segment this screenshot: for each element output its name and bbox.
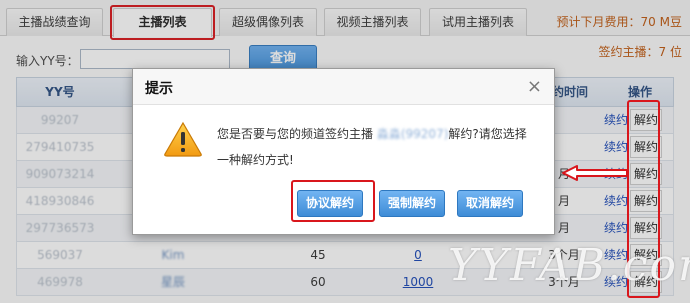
renew-link[interactable]: 续约 [604, 221, 628, 235]
col-ops: 操作 [627, 85, 652, 99]
forced-terminate-button[interactable]: 强制解约 [379, 190, 446, 217]
tab-super-idol-list[interactable]: 超级偶像列表 [219, 8, 317, 36]
cell-ops: 续约解约 [592, 242, 674, 268]
cell-name: 星辰 [160, 275, 185, 289]
cell-yy: 297736573 [25, 221, 95, 235]
table-row: 469978 星辰 60 1000 3个月 续约 解约 [16, 269, 674, 296]
signed-anchor-count: 签约主播：7 位 [598, 45, 682, 59]
terminate-button[interactable]: 解约 [630, 163, 663, 185]
renew-link[interactable]: 续约 [604, 248, 628, 262]
warning-icon [164, 121, 202, 157]
dialog-header: 提示 × [133, 69, 554, 105]
masked-anchor-name: 淼淼(99207) [376, 127, 449, 141]
cell-yy: 418930846 [25, 194, 95, 208]
cell-yy: 909073214 [25, 167, 95, 181]
message-line-2: 一种解约方式! [217, 153, 294, 167]
cell-value: 45 [310, 248, 326, 262]
renew-link[interactable]: 续约 [604, 275, 628, 289]
tab-trial-anchor-list[interactable]: 试用主播列表 [429, 8, 527, 36]
table-row: 569037 Kim 45 0 3个月 续约 解约 [16, 242, 674, 269]
message-suffix: 解约?请您选择 [448, 127, 527, 141]
yy-input-label: 输入YY号： [16, 54, 79, 68]
renew-link[interactable]: 续约 [604, 140, 628, 154]
dialog-message: 您是否要与您的频道签约主播 淼淼(99207)解约?请您选择 一种解约方式! [217, 121, 537, 173]
close-icon[interactable]: × [527, 76, 542, 97]
cell-ops: 续约解约 [592, 188, 674, 214]
renew-link[interactable]: 续约 [604, 194, 628, 208]
tab-video-anchor-list[interactable]: 视频主播列表 [324, 8, 421, 36]
renew-link[interactable]: 续约 [604, 113, 628, 127]
cell-yy: 99207 [40, 113, 80, 127]
cell-ops: 续约解约 [592, 134, 674, 160]
red-arrow-annotation [562, 165, 628, 181]
cell-sign-time: 3个月 [548, 275, 580, 289]
cell-ops: 续约解约 [592, 107, 674, 133]
cell-ops: 续约解约 [592, 215, 674, 241]
cell-yy: 469978 [37, 275, 83, 289]
dialog-title: 提示 [145, 81, 173, 97]
terminate-button[interactable]: 解约 [630, 109, 663, 131]
cell-yy: 279410735 [25, 140, 95, 154]
cell-value: 60 [310, 275, 326, 289]
terminate-button[interactable]: 解约 [630, 271, 663, 293]
terminate-button[interactable]: 解约 [630, 190, 663, 212]
tab-anchor-list[interactable]: 主播列表 [113, 8, 212, 37]
next-month-fee: 预计下月费用：70 M豆 [556, 15, 682, 29]
cell-amount-link[interactable]: 0 [383, 242, 453, 268]
cancel-terminate-button[interactable]: 取消解约 [457, 190, 524, 217]
cell-sign-time: 3个月 [548, 248, 580, 262]
tab-bar: 主播战绩查询 主播列表 超级偶像列表 视频主播列表 试用主播列表 预计下月费用：… [0, 0, 690, 37]
agreement-terminate-button[interactable]: 协议解约 [297, 190, 364, 217]
terminate-button[interactable]: 解约 [630, 244, 663, 266]
message-prefix: 您是否要与您的频道签约主播 [217, 127, 374, 141]
cell-yy: 569037 [37, 248, 83, 262]
terminate-dialog: 提示 × 您是否要与您的频道签约主播 淼淼(99207)解约?请您选择 一种解约… [132, 68, 555, 235]
yy-search-input[interactable] [80, 49, 230, 69]
tab-anchor-stats[interactable]: 主播战绩查询 [6, 8, 103, 36]
terminate-button[interactable]: 解约 [630, 136, 663, 158]
col-yy: YY号 [45, 85, 75, 99]
terminate-button[interactable]: 解约 [630, 217, 663, 239]
cell-name: Kim [161, 248, 185, 262]
cell-ops: 续约解约 [592, 269, 674, 295]
cell-amount-link[interactable]: 1000 [383, 269, 453, 295]
